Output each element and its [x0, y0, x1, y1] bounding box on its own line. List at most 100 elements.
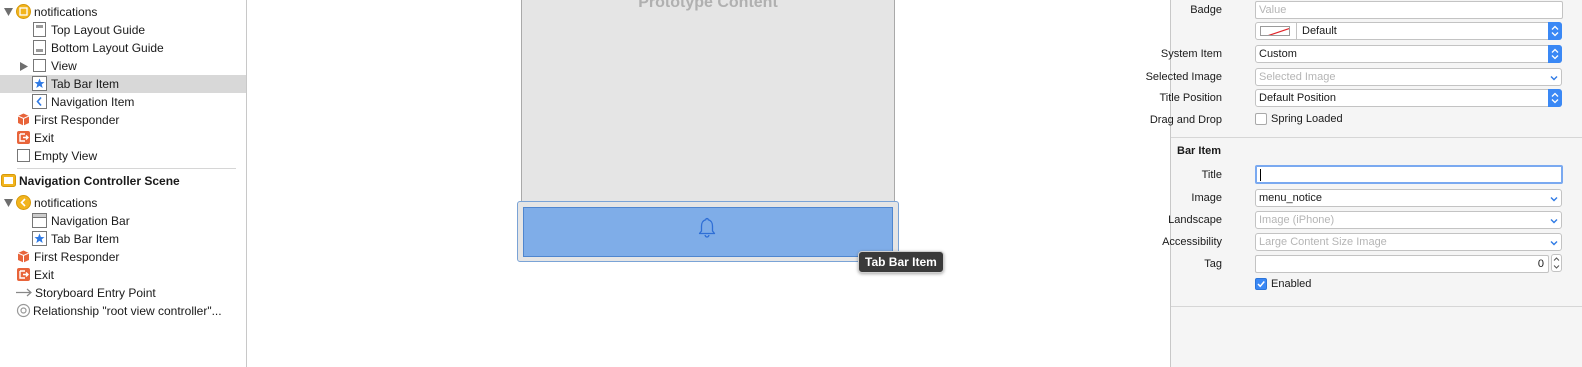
- disclosure-closed-icon[interactable]: [19, 61, 29, 71]
- outline-label: First Responder: [34, 113, 120, 127]
- outline-item-exit-2[interactable]: Exit: [0, 266, 246, 284]
- landscape-combo[interactable]: Image (iPhone): [1255, 211, 1562, 229]
- scene-icon: [1, 173, 16, 188]
- first-responder-icon: [16, 249, 31, 264]
- selected-image-label: Selected Image: [1145, 71, 1222, 83]
- color-value: Default: [1302, 25, 1337, 37]
- outline-item-relationship[interactable]: Relationship "root view controller"...: [0, 302, 246, 320]
- outline-label: Top Layout Guide: [51, 23, 146, 37]
- section-separator: [1171, 306, 1582, 307]
- outline-item-notifications-vc[interactable]: notifications: [0, 3, 246, 21]
- outline-item-bottom-layout-guide[interactable]: Bottom Layout Guide: [0, 39, 246, 57]
- navigation-item-icon: [32, 94, 47, 109]
- system-item-label: System Item: [1160, 48, 1222, 60]
- disclosure-open-icon[interactable]: [3, 198, 13, 208]
- view-controller-view[interactable]: Prototype Content: [521, 0, 895, 202]
- enabled-checkbox[interactable]: [1255, 278, 1267, 290]
- prototype-content-label: Prototype Content: [638, 0, 778, 11]
- exit-icon: [16, 130, 31, 145]
- layout-guide-icon: [32, 22, 47, 37]
- text-caret: [1260, 169, 1261, 181]
- outline-item-empty-view[interactable]: Empty View: [0, 147, 246, 165]
- storyboard-canvas[interactable]: Prototype Content Tab Bar Item: [247, 0, 1170, 367]
- chevron-down-icon[interactable]: [1549, 237, 1559, 247]
- badge-color-popup[interactable]: Default: [1255, 22, 1562, 40]
- outline-label: Navigation Bar: [51, 214, 130, 228]
- outline-item-navigation-item[interactable]: Navigation Item: [0, 93, 246, 111]
- outline-label: Tab Bar Item: [51, 232, 120, 246]
- outline-label: Exit: [34, 268, 55, 282]
- scene-separator: [17, 168, 236, 169]
- first-responder-icon: [16, 112, 31, 127]
- outline-item-first-responder-2[interactable]: First Responder: [0, 248, 246, 266]
- spring-loaded-label: Spring Loaded: [1271, 113, 1343, 125]
- layout-guide-icon: [32, 40, 47, 55]
- title-position-popup[interactable]: Default Position: [1255, 89, 1562, 107]
- attributes-inspector: Badge Value Default System Item Custom S…: [1146, 0, 1582, 367]
- chevron-down-icon[interactable]: [1549, 193, 1559, 203]
- accessibility-combo[interactable]: Large Content Size Image: [1255, 233, 1562, 251]
- image-label: Image: [1191, 192, 1222, 204]
- outline-label: Exit: [34, 131, 55, 145]
- navigation-controller-icon: [16, 195, 31, 210]
- outline-item-storyboard-entry-point[interactable]: Storyboard Entry Point: [0, 284, 246, 302]
- outline-label: Tab Bar Item: [51, 77, 120, 91]
- tab-bar-item-icon: [32, 76, 47, 91]
- selected-image-combo[interactable]: Selected Image: [1255, 68, 1562, 86]
- tooltip: Tab Bar Item: [858, 251, 944, 273]
- exit-icon: [16, 267, 31, 282]
- outline-item-notifications-nav[interactable]: notifications: [0, 194, 246, 212]
- arrow-icon: [15, 285, 33, 300]
- outline-label: Storyboard Entry Point: [35, 286, 156, 300]
- view-icon: [16, 148, 31, 163]
- accessibility-label: Accessibility: [1162, 236, 1222, 248]
- system-item-popup[interactable]: Custom: [1255, 45, 1562, 63]
- color-swatch: [1260, 26, 1290, 36]
- view-controller-icon: [16, 4, 31, 19]
- title-field[interactable]: [1255, 165, 1563, 184]
- relationship-icon: [16, 303, 31, 318]
- chevron-down-icon[interactable]: [1549, 215, 1559, 225]
- outline-label: Bottom Layout Guide: [51, 41, 164, 55]
- outline-label: notifications: [34, 196, 98, 210]
- outline-item-top-layout-guide[interactable]: Top Layout Guide: [0, 21, 246, 39]
- popup-arrows-icon: [1548, 22, 1562, 40]
- outline-label: notifications: [34, 5, 98, 19]
- tag-label: Tag: [1204, 258, 1222, 270]
- view-icon: [32, 58, 47, 73]
- outline-item-tab-bar-item[interactable]: Tab Bar Item: [0, 230, 246, 248]
- outline-item-tab-bar-item-selected[interactable]: Tab Bar Item: [0, 75, 246, 93]
- bar-item-header: Bar Item: [1177, 145, 1222, 157]
- outline-item-exit[interactable]: Exit: [0, 129, 246, 147]
- tag-field[interactable]: 0: [1255, 255, 1549, 273]
- badge-label: Badge: [1190, 4, 1222, 16]
- tab-bar-item-icon: [32, 231, 47, 246]
- outline-label: View: [51, 59, 77, 73]
- scene-label: Navigation Controller Scene: [19, 174, 180, 188]
- system-item-value: Custom: [1259, 48, 1297, 60]
- outline-item-view[interactable]: View: [0, 57, 246, 75]
- selected-image-placeholder: Selected Image: [1259, 71, 1336, 83]
- enabled-label: Enabled: [1271, 278, 1312, 290]
- badge-field[interactable]: Value: [1255, 1, 1563, 19]
- outline-label: First Responder: [34, 250, 120, 264]
- disclosure-open-icon[interactable]: [3, 7, 13, 17]
- image-combo[interactable]: menu_notice: [1255, 189, 1562, 207]
- title-position-value: Default Position: [1259, 92, 1337, 104]
- title-label: Title: [1201, 169, 1222, 181]
- outline-item-navigation-bar[interactable]: Navigation Bar: [0, 212, 246, 230]
- outline-item-first-responder[interactable]: First Responder: [0, 111, 246, 129]
- chevron-down-icon[interactable]: [1549, 72, 1559, 82]
- navigation-bar-icon: [32, 213, 47, 228]
- image-value: menu_notice: [1259, 192, 1322, 204]
- landscape-label: Landscape: [1168, 214, 1222, 226]
- accessibility-placeholder: Large Content Size Image: [1259, 236, 1387, 248]
- bell-icon[interactable]: [695, 216, 719, 240]
- outline-scene-navigation-controller[interactable]: Navigation Controller Scene: [0, 172, 246, 190]
- divider: [1296, 23, 1297, 39]
- spring-loaded-checkbox[interactable]: [1255, 113, 1267, 125]
- tag-stepper[interactable]: [1551, 254, 1562, 272]
- outline-label: Navigation Item: [51, 95, 135, 109]
- document-outline: notifications Top Layout Guide Bottom La…: [0, 0, 247, 367]
- landscape-placeholder: Image (iPhone): [1259, 214, 1335, 226]
